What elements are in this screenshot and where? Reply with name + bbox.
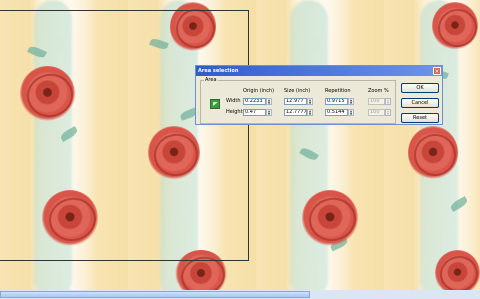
- width-size-spinner[interactable]: ▲ ▼: [307, 98, 313, 105]
- height-origin-field[interactable]: 0.47: [243, 109, 266, 116]
- reset-button[interactable]: Reset: [401, 113, 439, 123]
- height-label: Height: [226, 109, 243, 115]
- dialog-title: Area selection: [198, 68, 239, 74]
- width-origin-spinner[interactable]: ▲ ▼: [266, 98, 272, 105]
- close-icon[interactable]: ×: [433, 67, 441, 75]
- ok-button[interactable]: OK: [401, 83, 439, 93]
- width-repetition-field[interactable]: 0.9715: [325, 98, 348, 105]
- area-selection-dialog: Area selection × Area Origin (inch) Size…: [195, 65, 443, 125]
- width-zoom-spinner: ▲ ▼: [385, 98, 391, 105]
- rose-motif: [432, 2, 478, 50]
- height-size-field[interactable]: 12.7777: [284, 109, 307, 116]
- height-repetition-field[interactable]: 0.5144: [325, 109, 348, 116]
- height-repetition-spinner[interactable]: ▲ ▼: [348, 109, 354, 116]
- origin-column-header: Origin (inch): [243, 88, 275, 94]
- repetition-column-header: Repetition: [325, 88, 351, 94]
- width-zoom-field: 100: [368, 98, 385, 105]
- scrollbar-thumb[interactable]: [0, 291, 310, 298]
- height-zoom-field: 100: [368, 109, 385, 116]
- horizontal-scrollbar[interactable]: [0, 290, 480, 299]
- width-origin-field[interactable]: 0.2233: [243, 98, 266, 105]
- dialog-titlebar[interactable]: Area selection: [196, 66, 442, 76]
- zoom-column-header: Zoom %: [368, 88, 389, 94]
- width-size-field[interactable]: 12.977: [284, 98, 307, 105]
- width-label: Width: [226, 98, 241, 104]
- height-size-spinner[interactable]: ▲ ▼: [307, 109, 313, 116]
- area-select-icon[interactable]: [210, 99, 220, 109]
- area-group: Area Origin (inch) Size (inch) Repetitio…: [200, 77, 396, 124]
- cancel-button[interactable]: Cancel: [401, 98, 439, 108]
- height-origin-spinner[interactable]: ▲ ▼: [266, 109, 272, 116]
- area-group-label: Area: [204, 77, 218, 83]
- rose-motif: [302, 190, 358, 246]
- width-repetition-spinner[interactable]: ▲ ▼: [348, 98, 354, 105]
- size-column-header: Size (inch): [284, 88, 311, 94]
- height-zoom-spinner: ▲ ▼: [385, 109, 391, 116]
- print-page-boundary: [0, 10, 249, 261]
- rose-motif: [408, 126, 458, 180]
